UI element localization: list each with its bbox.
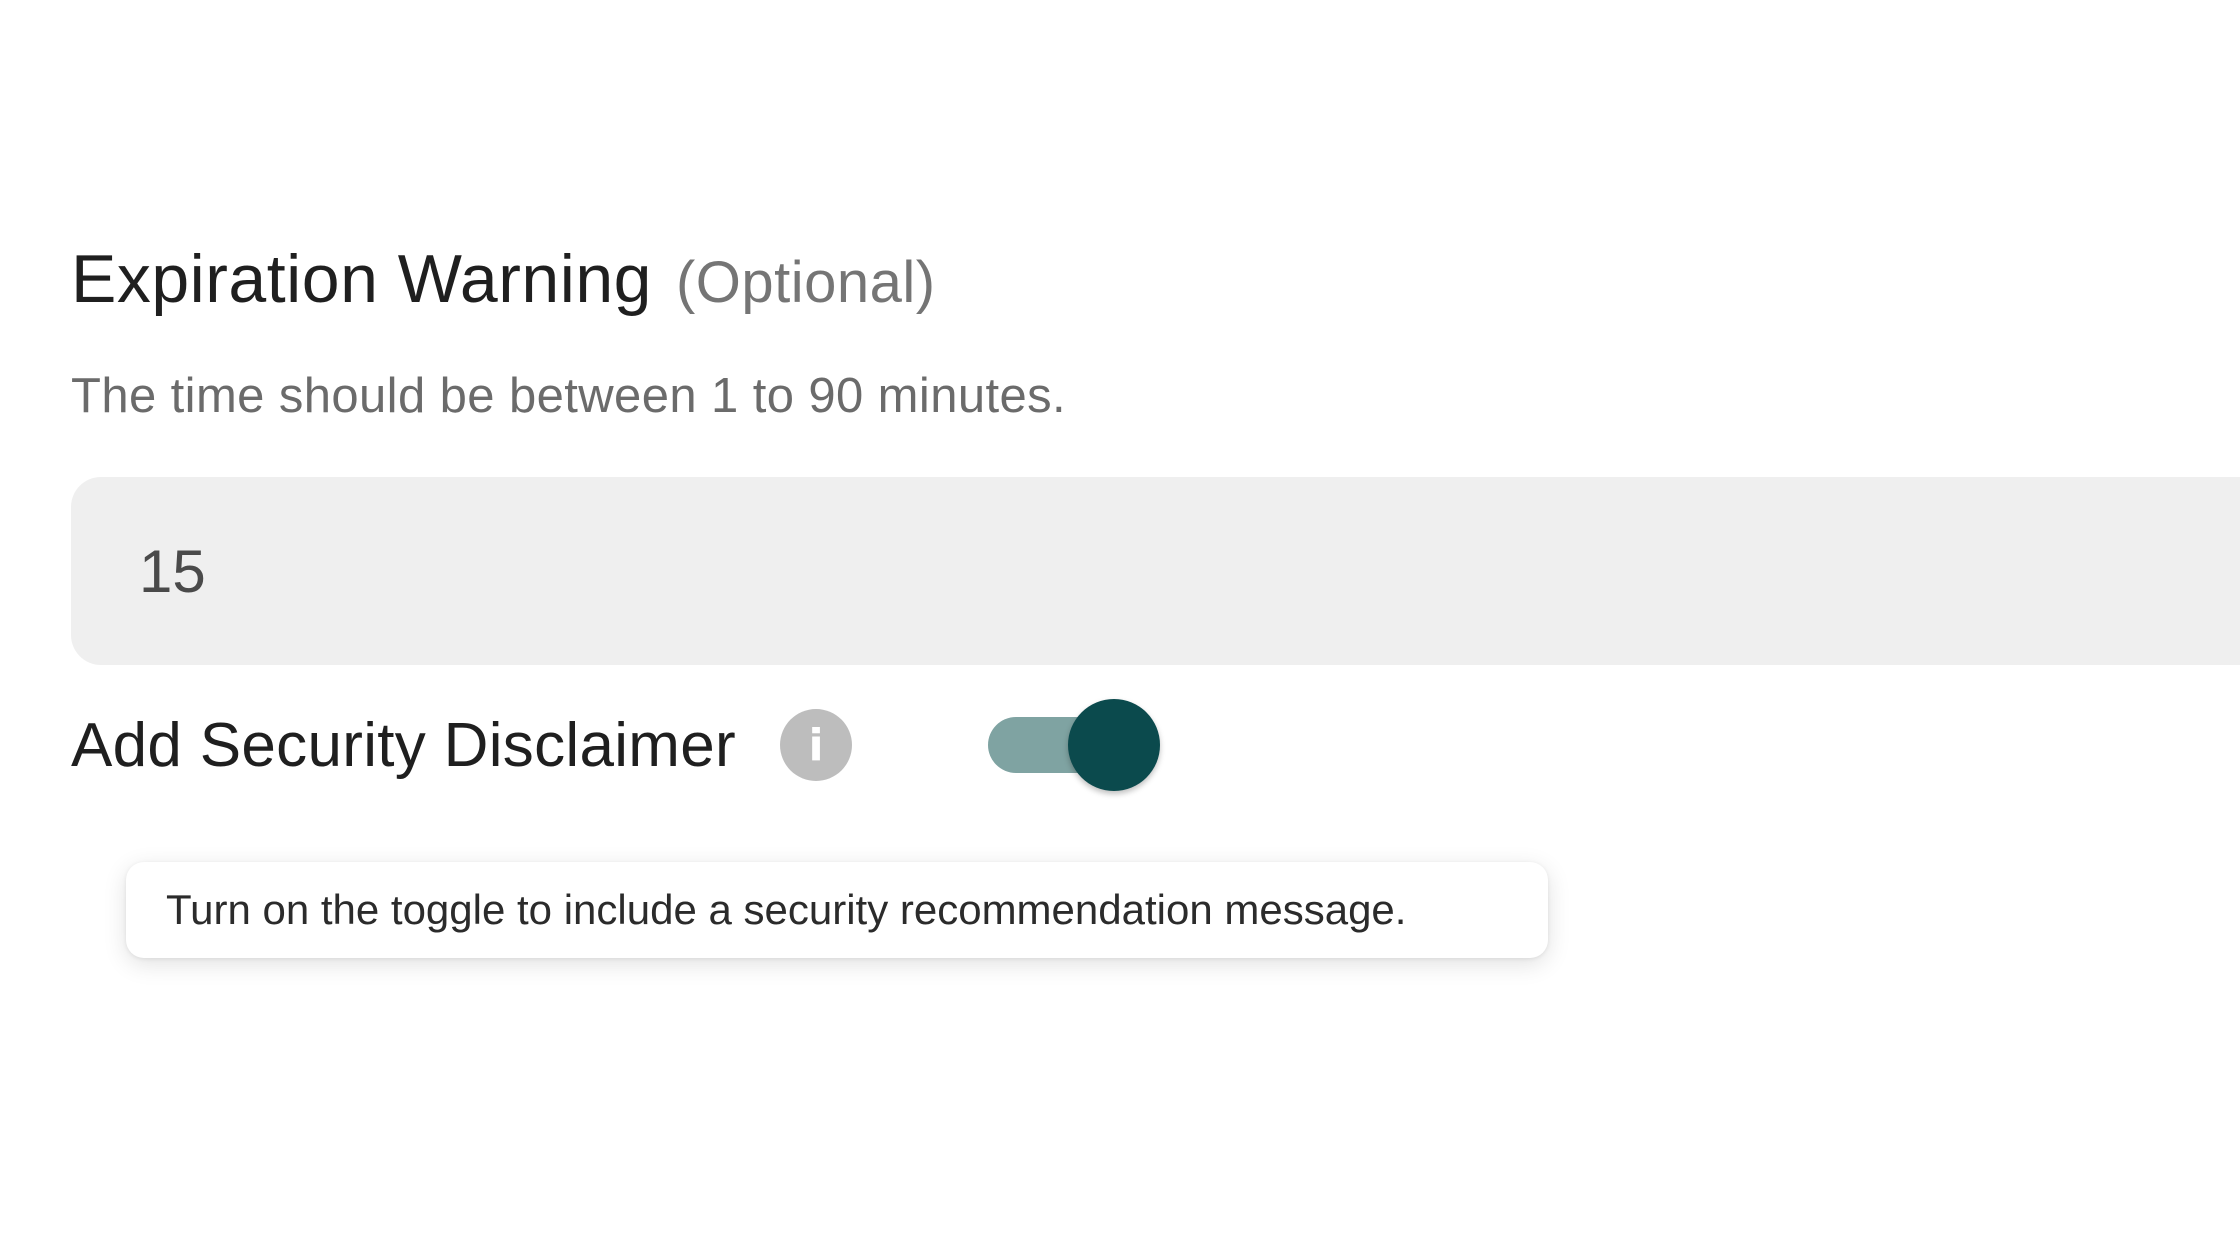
expiration-warning-section: Expiration Warning (Optional) The time s… — [71, 240, 2240, 791]
security-disclaimer-row: Add Security Disclaimer i — [71, 695, 1160, 795]
section-title: Expiration Warning — [71, 241, 652, 317]
expiration-minutes-input[interactable] — [139, 536, 1039, 606]
security-disclaimer-tooltip: Turn on the toggle to include a security… — [126, 862, 1548, 958]
toggle-thumb[interactable] — [1067, 699, 1160, 791]
section-header: Expiration Warning (Optional) — [71, 240, 2240, 340]
helper-text: The time should be between 1 to 90 minut… — [71, 369, 1067, 423]
optional-label: (Optional) — [675, 250, 936, 315]
security-disclaimer-label: Add Security Disclaimer — [71, 710, 736, 780]
expiration-minutes-field[interactable] — [71, 477, 2240, 665]
security-disclaimer-toggle[interactable] — [987, 699, 1160, 791]
info-icon[interactable]: i — [779, 709, 852, 781]
